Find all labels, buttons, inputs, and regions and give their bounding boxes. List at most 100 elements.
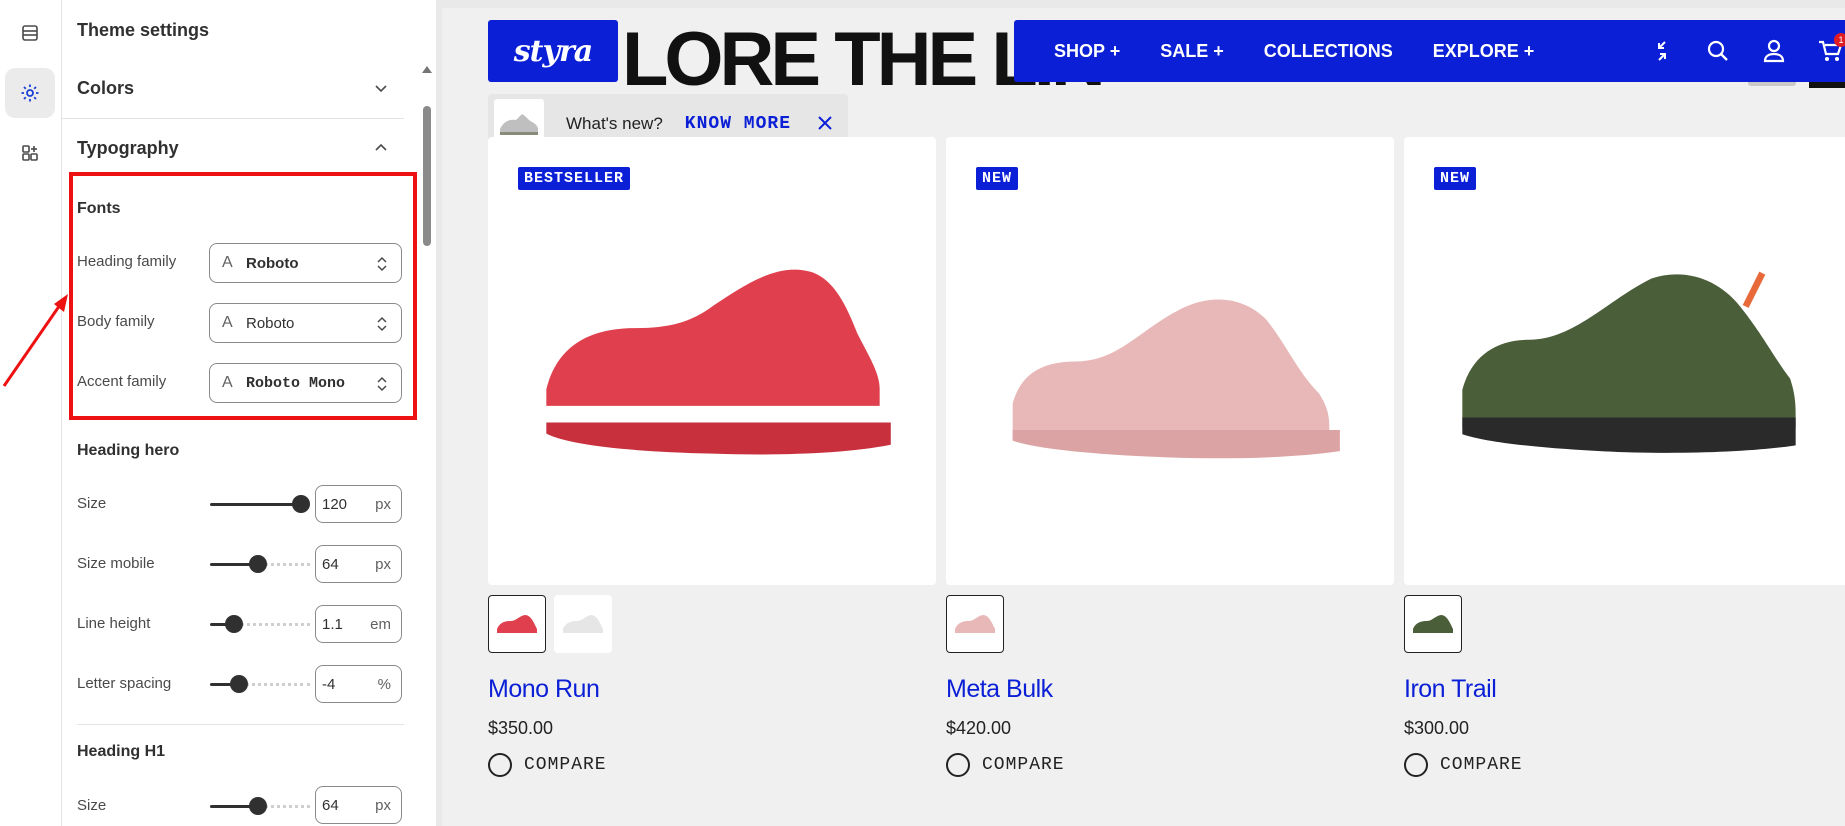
settings-gear-icon[interactable] bbox=[5, 68, 55, 118]
storefront-preview: LORE THE LIN styra SHOP + SALE + COLLECT… bbox=[436, 0, 1845, 826]
scrollbar-thumb[interactable] bbox=[423, 106, 431, 246]
swatch-shoe-icon bbox=[497, 615, 537, 633]
color-swatches bbox=[1404, 595, 1845, 653]
panel-title: Theme settings bbox=[77, 20, 210, 40]
chevron-down-icon bbox=[375, 85, 387, 93]
know-more-link[interactable]: KNOW MORE bbox=[685, 114, 791, 134]
divider bbox=[77, 724, 404, 725]
whats-new-text: What's new? bbox=[566, 114, 663, 133]
section-colors-label: Colors bbox=[77, 77, 135, 98]
product-badge: NEW bbox=[1434, 167, 1477, 190]
theme-editor: Theme settings Colors Typography Fonts H… bbox=[0, 0, 1845, 826]
cart-count-badge: 1 bbox=[1834, 33, 1845, 47]
product-price: $350.00 bbox=[488, 718, 554, 738]
hero-size-mobile-unit: px bbox=[375, 555, 391, 573]
hero-letter-spacing-unit: % bbox=[377, 675, 391, 693]
compare-label: COMPARE bbox=[982, 755, 1065, 775]
nav-explore[interactable]: EXPLORE + bbox=[1433, 41, 1535, 62]
compare-checkbox[interactable] bbox=[946, 753, 970, 777]
compare-toggle[interactable]: COMPARE bbox=[1404, 753, 1845, 777]
hero-line-height-value: 1.1 bbox=[322, 615, 343, 633]
hero-size-value: 120 bbox=[322, 495, 348, 513]
hero-line-height-label: Line height bbox=[77, 615, 151, 632]
product-badge: BESTSELLER bbox=[518, 167, 631, 190]
product-card[interactable]: NEW Iron Trail $300.00 COMPARE bbox=[1404, 137, 1845, 777]
color-swatches bbox=[946, 595, 1394, 653]
close-icon[interactable] bbox=[816, 114, 834, 132]
hero-size-label: Size bbox=[77, 495, 107, 512]
compact-arrows-icon[interactable] bbox=[1648, 37, 1676, 65]
preview-canvas: LORE THE LIN styra SHOP + SALE + COLLECT… bbox=[442, 8, 1845, 826]
compare-checkbox[interactable] bbox=[488, 753, 512, 777]
hero-size-slider[interactable] bbox=[210, 494, 310, 514]
swatch-shoe-icon bbox=[955, 615, 995, 633]
main-nav: SHOP + SALE + COLLECTIONS EXPLORE + 1 bbox=[1014, 20, 1845, 82]
shoe-thumbnail-icon bbox=[500, 114, 538, 135]
swatch-shoe-icon bbox=[563, 615, 603, 633]
section-typography-label: Typography bbox=[77, 137, 179, 158]
product-name[interactable]: Mono Run bbox=[488, 675, 936, 704]
product-price: $300.00 bbox=[1404, 718, 1470, 738]
apps-icon[interactable] bbox=[5, 128, 55, 178]
sections-icon[interactable] bbox=[5, 8, 55, 58]
nav-shop[interactable]: SHOP + bbox=[1054, 41, 1120, 62]
compare-toggle[interactable]: COMPARE bbox=[488, 753, 936, 777]
section-typography[interactable]: Typography bbox=[62, 118, 404, 178]
compare-label: COMPARE bbox=[1440, 755, 1523, 775]
hero-size-input[interactable]: 120 px bbox=[315, 485, 402, 523]
product-card[interactable]: NEW Meta Bulk $420.00 COMPARE bbox=[946, 137, 1394, 777]
product-name[interactable]: Iron Trail bbox=[1404, 675, 1845, 704]
nav-collections[interactable]: COLLECTIONS bbox=[1264, 41, 1393, 62]
h1-size-input[interactable]: 64 px bbox=[315, 786, 402, 824]
cart-button[interactable]: 1 bbox=[1816, 33, 1845, 65]
sneaker-image-icon bbox=[1462, 271, 1796, 453]
account-icon[interactable] bbox=[1760, 37, 1788, 65]
hero-size-mobile-value: 64 bbox=[322, 555, 339, 573]
product-card[interactable]: BESTSELLER Mono Run $350.00 COMPARE bbox=[488, 137, 936, 777]
left-rail bbox=[0, 0, 62, 826]
product-image[interactable]: NEW bbox=[946, 137, 1394, 585]
heading-hero-title: Heading hero bbox=[77, 442, 180, 459]
h1-size-value: 64 bbox=[322, 796, 339, 814]
hero-letter-spacing-slider[interactable] bbox=[210, 674, 310, 694]
compare-toggle[interactable]: COMPARE bbox=[946, 753, 1394, 777]
store-logo[interactable]: styra bbox=[488, 20, 618, 82]
heading-h1-title: Heading H1 bbox=[77, 743, 166, 760]
compare-checkbox[interactable] bbox=[1404, 753, 1428, 777]
color-swatch[interactable] bbox=[1404, 595, 1462, 653]
color-swatches bbox=[488, 595, 936, 653]
scroll-up-arrow-icon[interactable] bbox=[422, 66, 432, 73]
product-badge: NEW bbox=[976, 167, 1019, 190]
h1-size-slider[interactable] bbox=[210, 796, 310, 816]
search-icon[interactable] bbox=[1704, 37, 1732, 65]
logo-text: styra bbox=[513, 33, 593, 69]
sneaker-image-icon bbox=[546, 269, 891, 455]
section-colors[interactable]: Colors bbox=[62, 58, 404, 118]
hero-size-mobile-input[interactable]: 64 px bbox=[315, 545, 402, 583]
hero-letter-spacing-input[interactable]: -4 % bbox=[315, 665, 402, 703]
product-image[interactable]: BESTSELLER bbox=[488, 137, 936, 585]
hero-size-mobile-label: Size mobile bbox=[77, 555, 155, 572]
panel-scrollbar[interactable] bbox=[420, 62, 434, 826]
compare-label: COMPARE bbox=[524, 755, 607, 775]
chevron-up-icon bbox=[375, 143, 387, 151]
color-swatch[interactable] bbox=[946, 595, 1004, 653]
hero-letter-spacing-label: Letter spacing bbox=[77, 675, 172, 692]
nav-sale[interactable]: SALE + bbox=[1160, 41, 1224, 62]
product-price: $420.00 bbox=[946, 718, 1012, 738]
h1-size-unit: px bbox=[375, 796, 391, 814]
hero-letter-spacing-value: -4 bbox=[322, 675, 336, 693]
annotation-arrow-icon bbox=[2, 294, 68, 387]
nav-icons: 1 bbox=[1620, 20, 1845, 82]
swatch-shoe-icon bbox=[1413, 615, 1453, 633]
color-swatch[interactable] bbox=[488, 595, 546, 653]
product-name[interactable]: Meta Bulk bbox=[946, 675, 1394, 704]
h1-size-label: Size bbox=[77, 797, 107, 814]
hero-line-height-slider[interactable] bbox=[210, 614, 310, 634]
hero-line-height-input[interactable]: 1.1 em bbox=[315, 605, 402, 643]
sneaker-image-icon bbox=[1012, 299, 1340, 459]
product-image[interactable]: NEW bbox=[1404, 137, 1845, 585]
hero-size-unit: px bbox=[375, 495, 391, 513]
color-swatch[interactable] bbox=[554, 595, 612, 653]
hero-size-mobile-slider[interactable] bbox=[210, 554, 310, 574]
